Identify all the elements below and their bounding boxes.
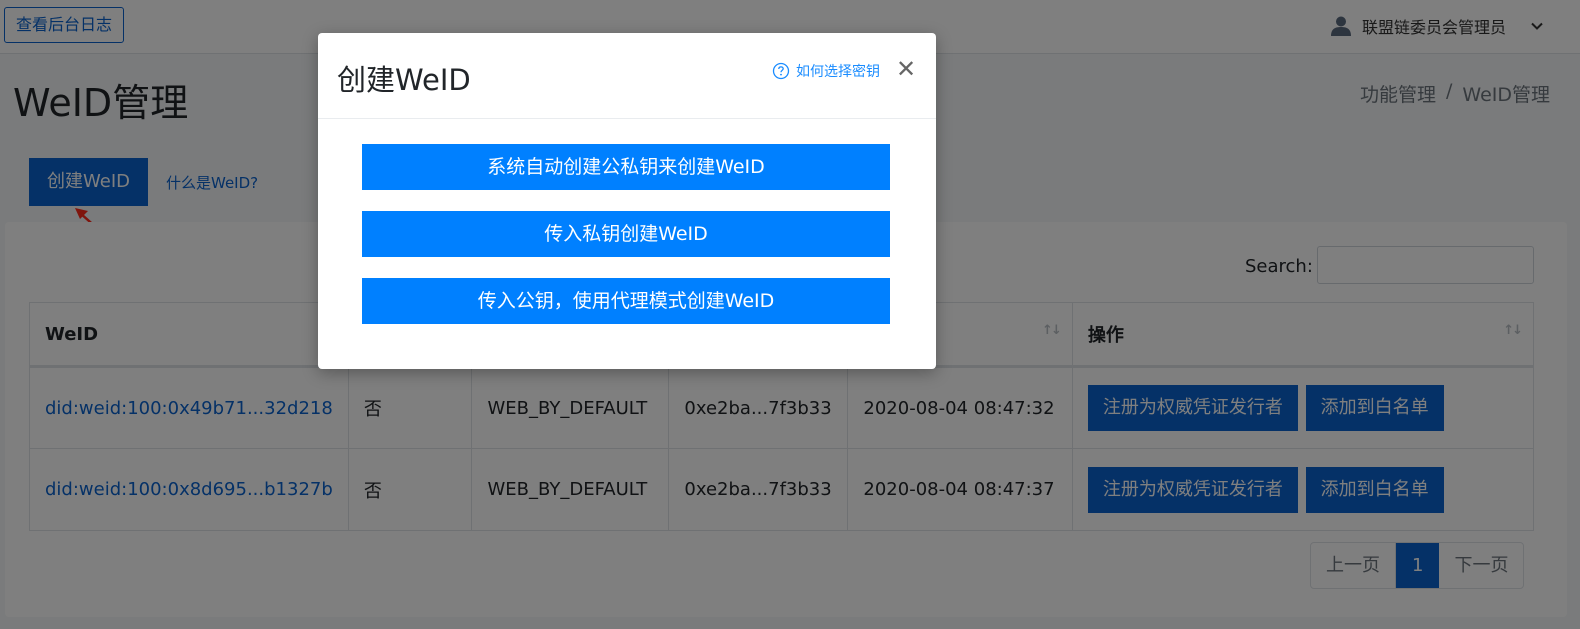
import-private-key-button[interactable]: 传入私钥创建WeID <box>362 211 890 257</box>
close-icon[interactable]: ✕ <box>896 57 916 81</box>
import-public-key-proxy-button[interactable]: 传入公钥，使用代理模式创建WeID <box>362 278 890 324</box>
modal-title: 创建WeID <box>337 63 471 97</box>
help-circle-icon <box>772 62 790 80</box>
auto-create-keys-button[interactable]: 系统自动创建公私钥来创建WeID <box>362 144 890 190</box>
key-help-label[interactable]: 如何选择密钥 <box>796 61 880 81</box>
key-help-link[interactable]: 如何选择密钥 <box>772 61 880 81</box>
modal-header: 创建WeID 如何选择密钥 ✕ <box>318 33 936 119</box>
create-weid-modal: 创建WeID 如何选择密钥 ✕ 系统自动创建公私钥来创建WeID 传入私钥创建W… <box>318 33 936 369</box>
